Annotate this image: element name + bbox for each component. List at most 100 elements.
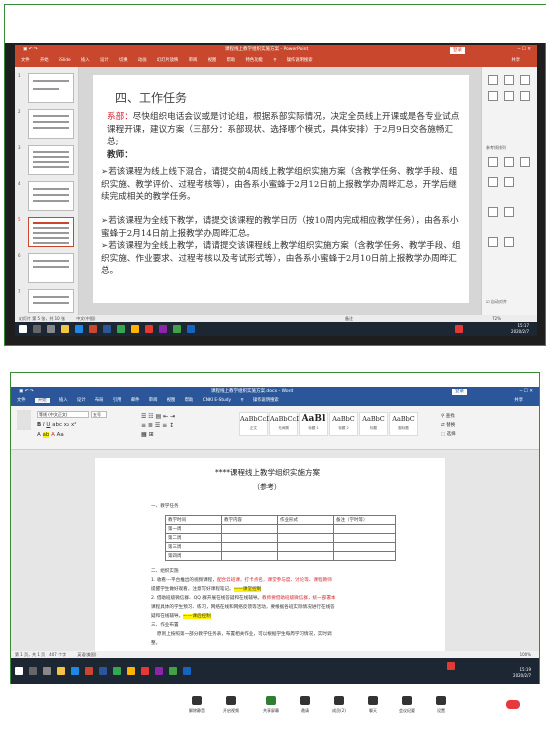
unmute-button[interactable]: 解除静音 — [180, 696, 214, 714]
edge-icon[interactable] — [71, 667, 79, 675]
members-button[interactable]: 成员(2) — [322, 696, 356, 714]
align-left-icon[interactable] — [488, 75, 498, 85]
slide-thumbnail[interactable] — [28, 181, 74, 211]
tab-mailings[interactable]: 邮件 — [131, 398, 140, 403]
share-button[interactable]: 共享 — [514, 396, 523, 406]
document-page[interactable]: ****课程线上教学组织实施方案 （参考） 一、教学任务 教学时间 教学内容 作… — [95, 458, 445, 651]
style-subtitle[interactable]: AaBbC 副标题 — [389, 412, 418, 436]
search-icon[interactable]: ⚲ — [273, 58, 276, 63]
settings-button[interactable]: 设置 — [424, 696, 458, 714]
tab-references[interactable]: 引用 — [113, 398, 122, 403]
app-icon[interactable] — [127, 667, 135, 675]
taskview-icon[interactable] — [43, 667, 51, 675]
size-icon[interactable] — [488, 207, 498, 217]
chat-button[interactable]: 聊天 — [356, 696, 390, 714]
align-bottom-icon[interactable] — [520, 91, 530, 101]
distribute-icon[interactable] — [504, 177, 514, 187]
tab-help[interactable]: 帮助 — [185, 398, 194, 403]
font-name-select[interactable]: 等线 (中文正文) — [37, 411, 89, 418]
tab-review[interactable]: 审阅 — [189, 58, 198, 63]
explorer-icon[interactable] — [61, 325, 69, 333]
tab-transitions[interactable]: 切换 — [119, 58, 128, 63]
powerpoint-icon[interactable] — [89, 325, 97, 333]
rotate-icon[interactable] — [504, 237, 514, 247]
align-middle-icon[interactable] — [504, 91, 514, 101]
slide-thumbnail[interactable] — [28, 145, 74, 175]
rotate-icon[interactable] — [488, 237, 498, 247]
tell-me-search[interactable]: 操作说明搜索 — [287, 58, 313, 63]
tell-me-search[interactable]: 操作说明搜索 — [253, 398, 279, 403]
editing-group[interactable]: ⚲ 查找 ⇄ 替换 ⬚ 选择 — [441, 412, 456, 439]
tab-file[interactable]: 文件 — [21, 58, 30, 63]
tab-features[interactable]: 特色功能 — [246, 58, 263, 63]
font-size-select[interactable]: 五号 — [91, 411, 107, 418]
search-icon[interactable] — [33, 325, 41, 333]
tab-slideshow[interactable]: 幻灯片放映 — [157, 58, 178, 63]
style-no-spacing[interactable]: AaBbCcDc 无间隔 — [269, 412, 305, 436]
guide-icon[interactable] — [488, 157, 498, 167]
font-color-buttons[interactable]: A ab A Aa — [37, 432, 64, 438]
login-button[interactable]: 登录 — [450, 46, 465, 54]
slide-thumbnail[interactable] — [28, 109, 74, 139]
window-controls[interactable]: ─ ☐ ✕ — [518, 45, 531, 55]
notes-button[interactable]: 备注 — [345, 315, 353, 322]
tab-design[interactable]: 设计 — [100, 58, 109, 63]
word-icon[interactable] — [103, 325, 111, 333]
style-title[interactable]: AaBbC 标题 — [359, 412, 388, 436]
guide-icon[interactable] — [504, 157, 514, 167]
app-icon[interactable] — [159, 325, 167, 333]
tab-insert[interactable]: 插入 — [81, 58, 90, 63]
auto-align-checkbox[interactable]: ☑ 自动对齐 — [486, 299, 507, 305]
start-icon[interactable] — [15, 667, 23, 675]
invite-button[interactable]: 邀请 — [288, 696, 322, 714]
tab-home[interactable]: 开始 — [34, 398, 50, 403]
align-right-icon[interactable] — [520, 75, 530, 85]
slide-thumbnail[interactable] — [28, 73, 74, 103]
meeting-notes-button[interactable]: 会议纪要 — [390, 696, 424, 714]
align-center-icon[interactable] — [504, 75, 514, 85]
tab-animations[interactable]: 动画 — [138, 58, 147, 63]
slide[interactable]: 四、工作任务 系部：尽快组织电话会议或是讨论组，根据系部实际情况，决定全员线上开… — [93, 75, 469, 303]
tab-design[interactable]: 设计 — [77, 398, 86, 403]
app-icon[interactable] — [117, 325, 125, 333]
tab-review[interactable]: 审阅 — [149, 398, 158, 403]
align-top-icon[interactable] — [488, 91, 498, 101]
tab-insert[interactable]: 插入 — [59, 398, 68, 403]
tab-home[interactable]: 开始 — [40, 58, 49, 63]
paste-icon[interactable] — [17, 410, 31, 430]
slide-thumbnail[interactable] — [28, 289, 74, 313]
wechat-icon[interactable] — [173, 325, 181, 333]
save-icon[interactable]: ▣ ↶ ↷ — [23, 47, 38, 52]
slide-thumbnail[interactable] — [28, 253, 74, 283]
tab-cnki[interactable]: CNKI E-Study — [203, 398, 231, 403]
teaching-schedule-table[interactable]: 教学时间 教学内容 作业形式 备注（学时等） 第一周 第二周 第三周 第四周 — [165, 515, 396, 561]
format-buttons[interactable]: B I U abc x₂ x² — [37, 422, 76, 428]
start-icon[interactable] — [19, 325, 27, 333]
ime-icon[interactable] — [455, 325, 463, 333]
slide-thumbnail-selected[interactable] — [28, 217, 74, 247]
app-icon[interactable] — [187, 325, 195, 333]
size-icon[interactable] — [504, 207, 514, 217]
style-normal[interactable]: AaBbCcDc 正文 — [239, 412, 275, 436]
window-controls[interactable]: ─ ☐ ✕ — [520, 387, 533, 396]
app-icon[interactable] — [141, 667, 149, 675]
tab-view[interactable]: 视图 — [167, 398, 176, 403]
tab-file[interactable]: 文件 — [17, 398, 26, 403]
zoom-level[interactable]: 100% — [520, 651, 531, 658]
start-video-button[interactable]: 开启视频 — [214, 696, 248, 714]
wechat-icon[interactable] — [169, 667, 177, 675]
paragraph-buttons[interactable]: ☰ ☷ ▤ ⇤ ⇥ ≡ ≣ ☰ ≡ ↕ ▦ ⊞ — [141, 412, 221, 438]
search-icon[interactable] — [29, 667, 37, 675]
ime-icon[interactable] — [447, 662, 455, 670]
tab-islide[interactable]: iSlide — [59, 58, 71, 63]
app-icon[interactable] — [183, 667, 191, 675]
app-icon[interactable] — [155, 667, 163, 675]
tab-layout[interactable]: 布局 — [95, 398, 104, 403]
login-button[interactable]: 登录 — [452, 388, 467, 395]
explorer-icon[interactable] — [57, 667, 65, 675]
share-screen-button[interactable]: 共享屏幕 — [254, 696, 288, 714]
distribute-icon[interactable] — [488, 177, 498, 187]
end-meeting-button[interactable] — [506, 700, 520, 709]
style-heading2[interactable]: AaBbC 标题 2 — [329, 412, 358, 436]
word-icon[interactable] — [99, 667, 107, 675]
